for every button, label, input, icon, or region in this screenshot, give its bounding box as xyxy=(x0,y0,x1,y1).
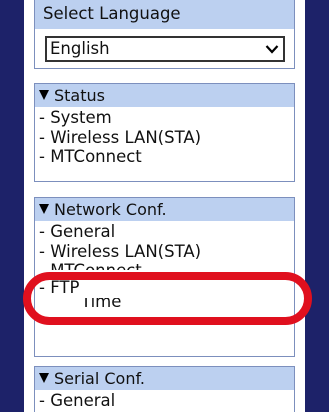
left-border xyxy=(0,0,24,412)
triangle-down-icon xyxy=(39,90,49,100)
language-section: Select Language English xyxy=(34,0,295,69)
menu-item-network-time[interactable]: Time xyxy=(35,298,294,308)
chevron-down-icon xyxy=(265,45,279,54)
status-header[interactable]: Status xyxy=(35,84,294,107)
menu-item-network-mtconnect[interactable]: - MTConnect xyxy=(35,261,294,270)
serial-conf-section: Serial Conf. - General xyxy=(34,366,295,412)
language-title: Select Language xyxy=(35,0,294,29)
network-conf-section: Network Conf. - General - Wireless LAN(S… xyxy=(34,197,295,357)
status-header-label: Status xyxy=(54,86,105,105)
menu-item-network-wireless-lan[interactable]: - Wireless LAN(STA) xyxy=(35,242,294,262)
menu-item-network-general[interactable]: - General xyxy=(35,222,294,242)
menu-item-network-ftp[interactable]: - FTP xyxy=(35,278,294,298)
language-select-value: English xyxy=(50,39,110,58)
language-select[interactable]: English xyxy=(45,36,285,62)
menu-item-status-wireless-lan[interactable]: - Wireless LAN(STA) xyxy=(35,128,294,148)
serial-conf-header-label: Serial Conf. xyxy=(54,369,146,388)
menu-item-network-time-label: Time xyxy=(81,297,122,308)
network-conf-header[interactable]: Network Conf. xyxy=(35,198,294,221)
status-section: Status - System - Wireless LAN(STA) - MT… xyxy=(34,83,295,182)
network-conf-header-label: Network Conf. xyxy=(54,200,167,219)
triangle-down-icon xyxy=(39,204,49,214)
menu-item-serial-general[interactable]: - General xyxy=(35,391,294,411)
menu-item-status-system[interactable]: - System xyxy=(35,108,294,128)
serial-conf-header[interactable]: Serial Conf. xyxy=(35,367,294,390)
right-border xyxy=(305,0,329,412)
side-menu-panel: Select Language English Status - System … xyxy=(24,0,305,412)
screenshot-frame: Select Language English Status - System … xyxy=(0,0,329,412)
triangle-down-icon xyxy=(39,373,49,383)
menu-item-status-mtconnect[interactable]: - MTConnect xyxy=(35,147,294,167)
